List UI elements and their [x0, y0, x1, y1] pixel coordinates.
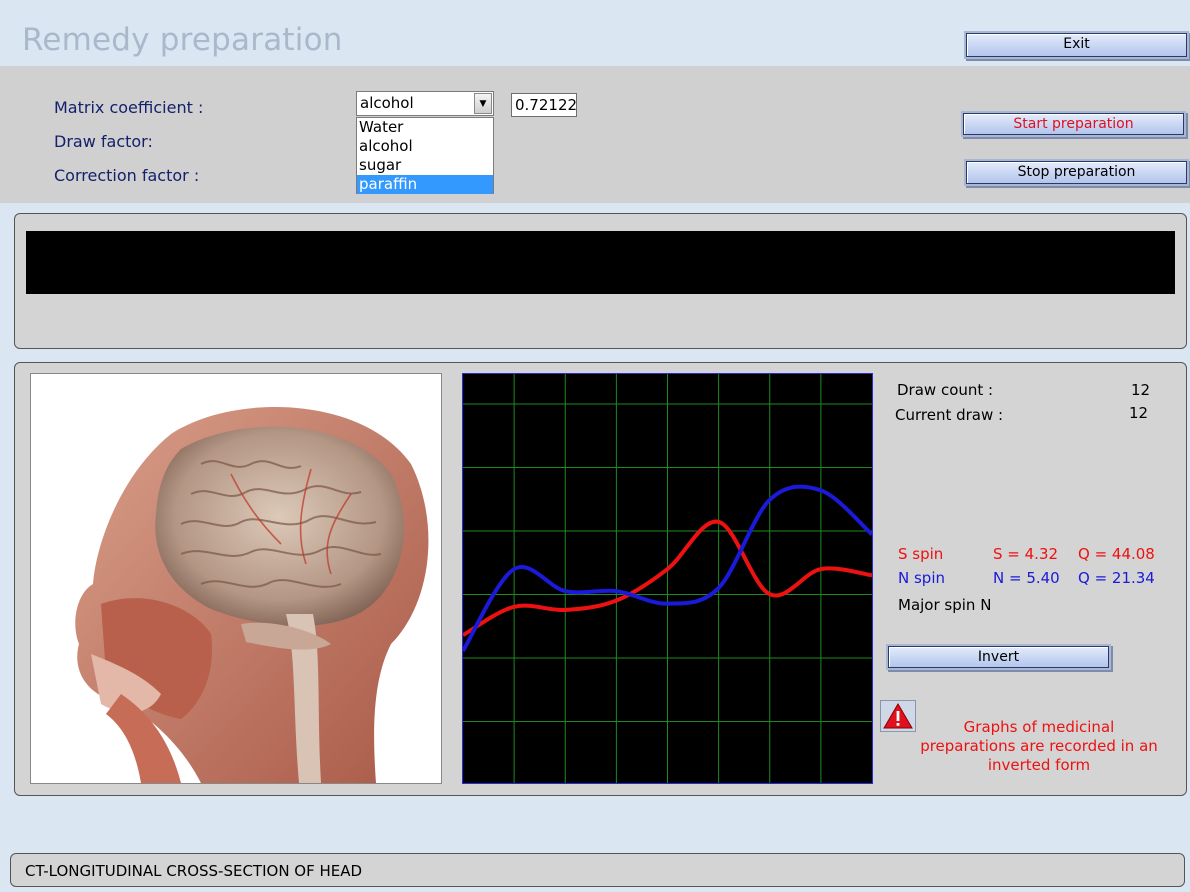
spin-graph: [461, 373, 874, 784]
status-bar: CT-LONGITUDINAL CROSS-SECTION OF HEAD: [10, 853, 1185, 887]
warning-triangle-icon: [880, 700, 916, 732]
window-title: Remedy preparation: [22, 22, 343, 58]
dropdown-option-water[interactable]: Water: [357, 118, 493, 137]
major-spin-text: Major spin N: [898, 596, 992, 614]
draw-count-value: 12: [1131, 381, 1151, 399]
s-spin-value: S = 4.32: [993, 545, 1059, 563]
n-spin-q: Q = 21.34: [1078, 569, 1155, 587]
correction-factor-label: Correction factor :: [54, 166, 200, 185]
current-draw-label: Current draw :: [895, 406, 1004, 424]
s-spin-q: Q = 44.08: [1078, 545, 1155, 563]
spin-chart-svg: [461, 374, 874, 783]
head-illustration: [75, 406, 429, 783]
draw-count-label: Draw count :: [897, 381, 994, 399]
display-screen: [26, 231, 1175, 294]
dropdown-option-paraffin[interactable]: paraffin: [357, 175, 493, 194]
current-draw-value: 12: [1129, 404, 1149, 422]
dropdown-option-alcohol[interactable]: alcohol: [357, 137, 493, 156]
matrix-select[interactable]: alcohol ▼: [356, 91, 494, 116]
matrix-dropdown-list: Water alcohol sugar paraffin: [356, 117, 494, 194]
matrix-select-value: alcohol: [360, 94, 414, 112]
chevron-down-icon[interactable]: ▼: [474, 93, 492, 114]
matrix-value-field[interactable]: 0.72122: [511, 93, 577, 117]
stop-preparation-button[interactable]: Stop preparation: [966, 161, 1187, 184]
head-cross-section-image: [30, 373, 442, 784]
inverted-warning-text: Graphs of medicinal preparations are rec…: [920, 718, 1158, 774]
dropdown-option-sugar[interactable]: sugar: [357, 156, 493, 175]
n-spin-label: N spin: [898, 569, 945, 587]
s-spin-label: S spin: [898, 545, 944, 563]
status-bar-text: CT-LONGITUDINAL CROSS-SECTION OF HEAD: [25, 862, 363, 880]
invert-button[interactable]: Invert: [888, 646, 1109, 668]
n-spin-value: N = 5.40: [993, 569, 1060, 587]
matrix-coefficient-label: Matrix coefficient :: [54, 98, 204, 117]
exit-button[interactable]: Exit: [966, 33, 1187, 57]
start-preparation-button[interactable]: Start preparation: [963, 113, 1184, 135]
draw-factor-label: Draw factor:: [54, 132, 153, 151]
